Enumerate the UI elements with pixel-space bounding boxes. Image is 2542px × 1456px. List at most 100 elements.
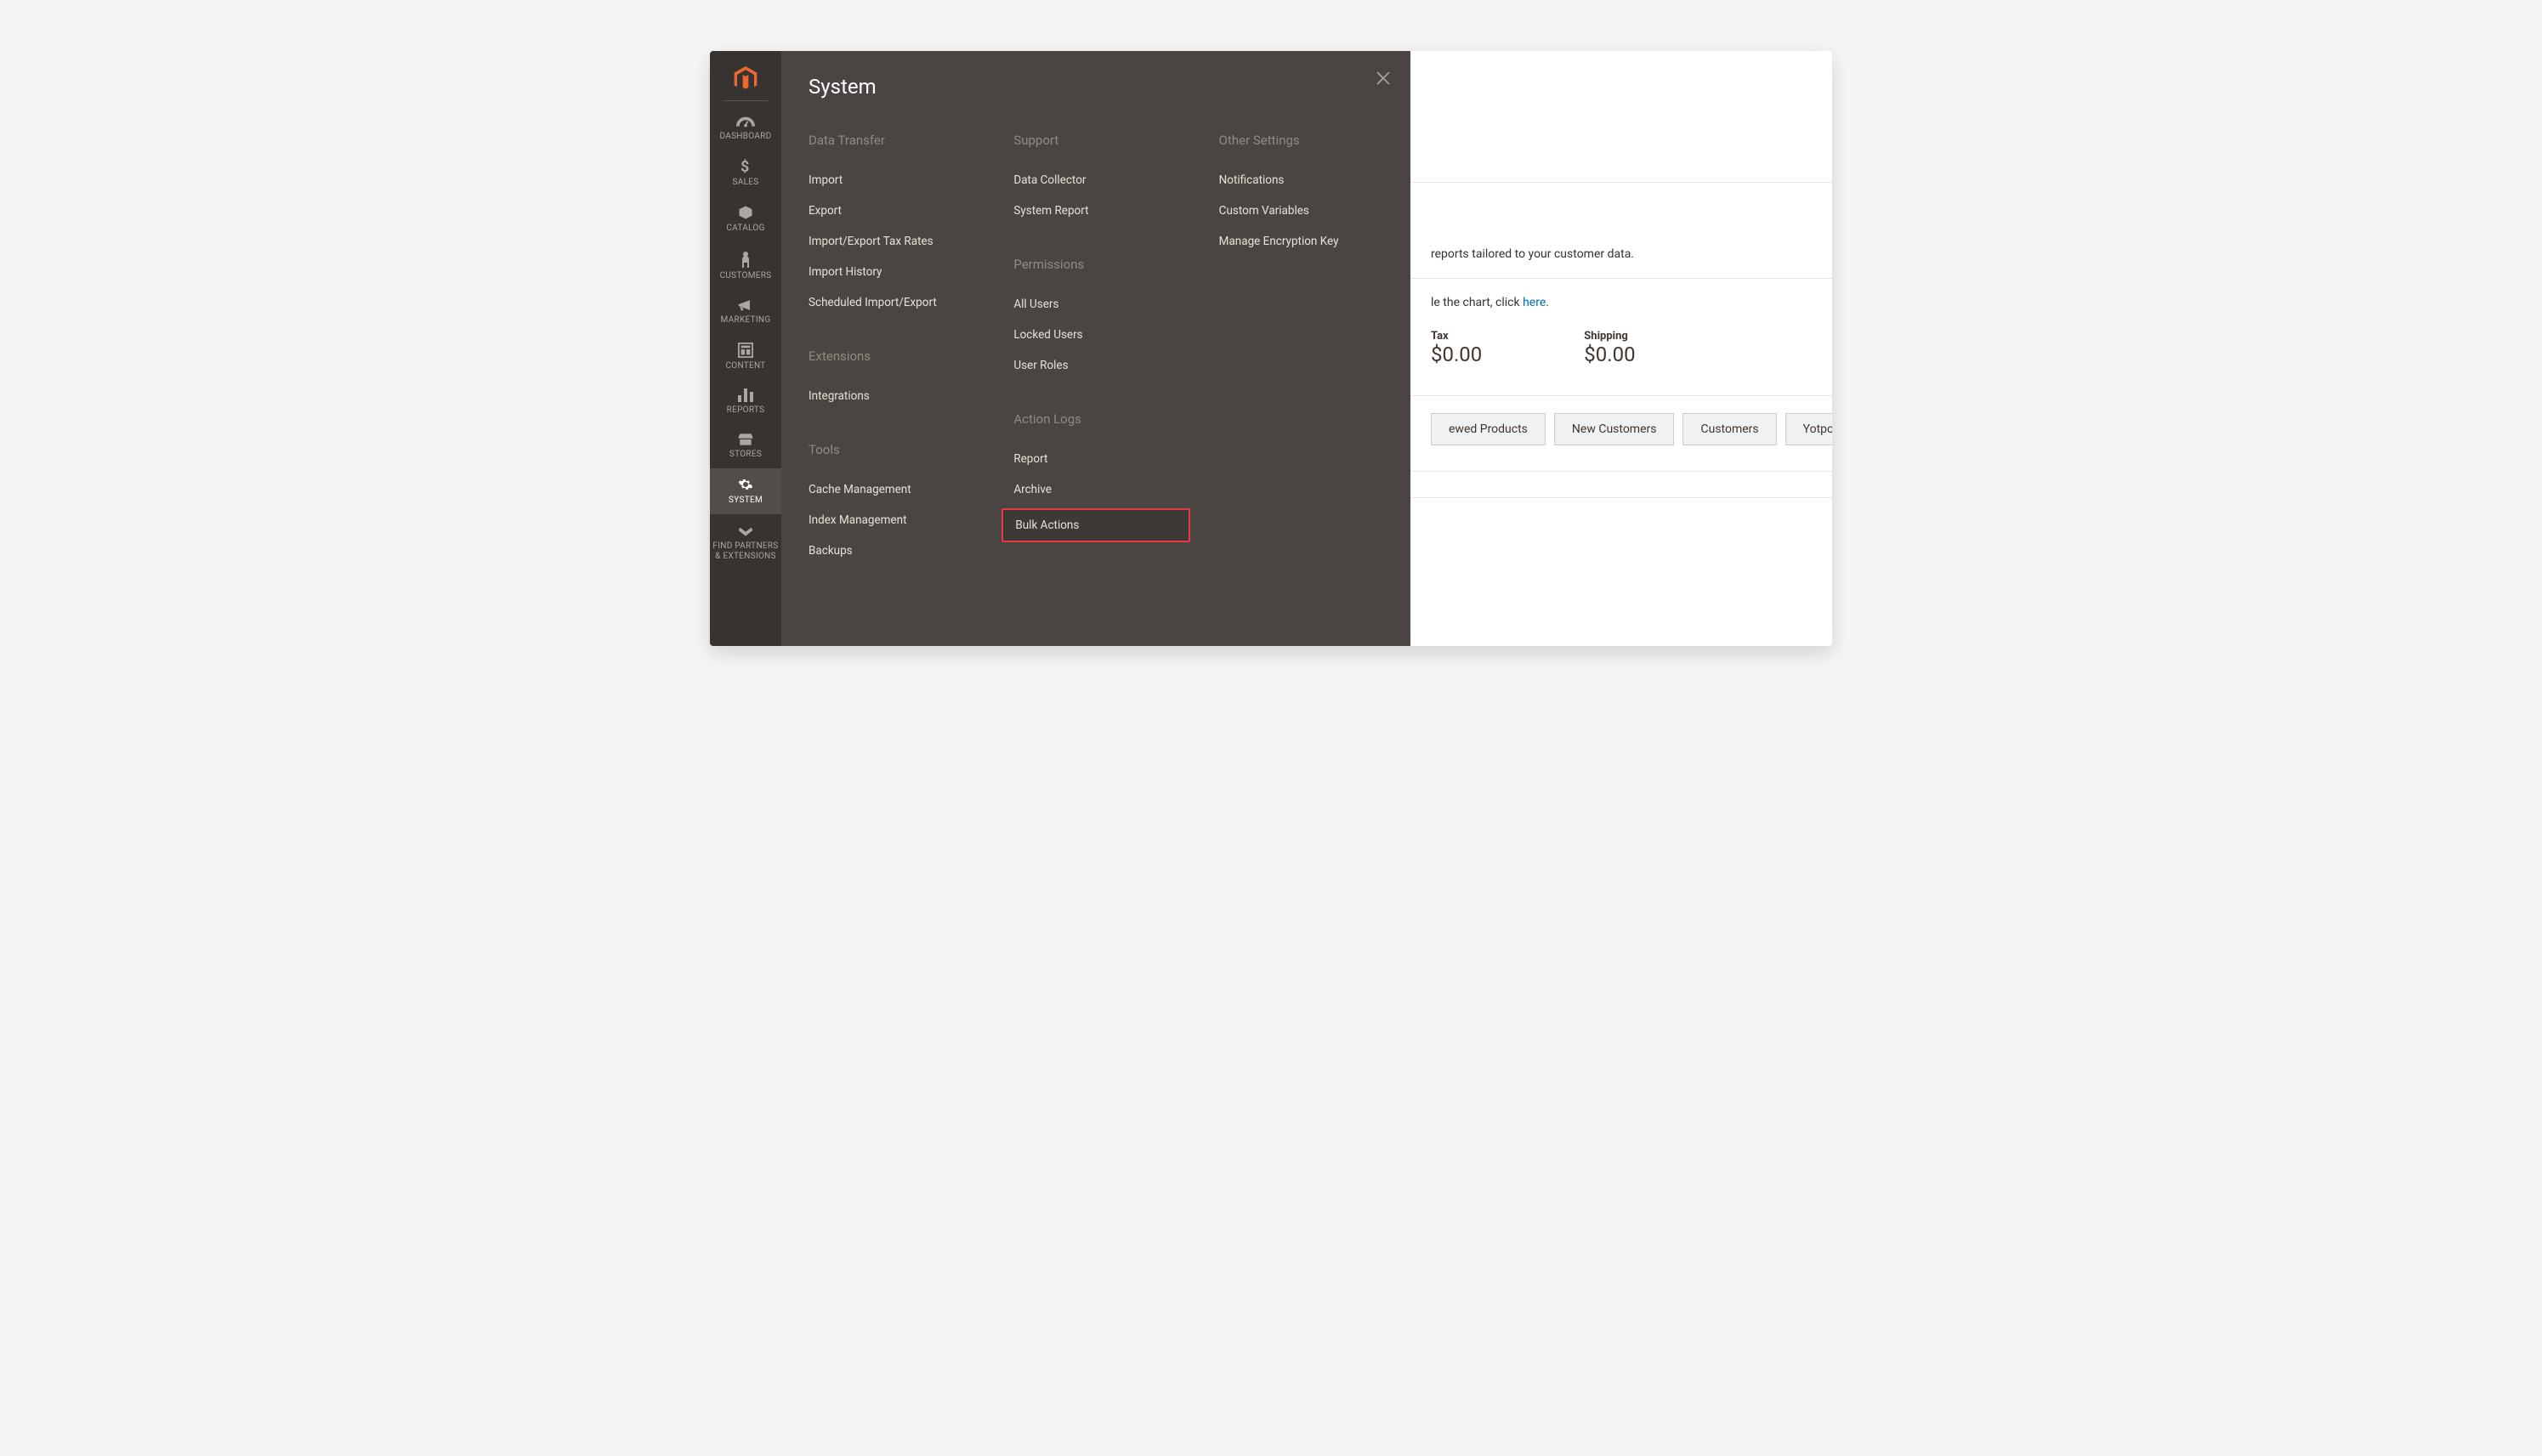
mega-link-import-export-tax-rates[interactable]: Import/Export Tax Rates	[809, 226, 973, 257]
divider	[1410, 497, 1832, 498]
mega-column: Data Transfer Import Export Import/Expor…	[809, 133, 973, 597]
mega-link-system-report[interactable]: System Report	[1013, 195, 1177, 226]
sidebar-item-customers[interactable]: CUSTOMERS	[710, 242, 781, 290]
chart-enable-text: le the chart, click here.	[1431, 296, 1832, 309]
sidebar-item-reports[interactable]: REPORTS	[710, 380, 781, 424]
mega-link-backups[interactable]: Backups	[809, 535, 973, 566]
box-icon	[738, 205, 753, 220]
logo[interactable]	[710, 51, 781, 100]
chart-text-prefix: le the chart, click	[1431, 296, 1523, 309]
mega-group-heading: Data Transfer	[809, 133, 973, 148]
mega-link-bulk-actions[interactable]: Bulk Actions	[1001, 508, 1189, 542]
megaphone-icon	[737, 298, 754, 312]
metric-value: $0.00	[1431, 343, 1482, 366]
mega-group-data-transfer: Data Transfer Import Export Import/Expor…	[809, 133, 973, 318]
layout-icon	[738, 343, 753, 358]
mega-columns: Data Transfer Import Export Import/Expor…	[809, 133, 1383, 597]
mega-link-data-collector[interactable]: Data Collector	[1013, 165, 1177, 195]
mega-link-archive[interactable]: Archive	[1013, 474, 1177, 505]
sidebar-item-label: FIND PARTNERS & EXTENSIONS	[712, 541, 780, 562]
tab-viewed-products[interactable]: ewed Products	[1431, 413, 1546, 445]
mega-link-import[interactable]: Import	[809, 165, 973, 195]
sidebar-item-label: MARKETING	[721, 315, 771, 326]
sidebar-item-label: SYSTEM	[729, 496, 763, 506]
sidebar-item-sales[interactable]: $ SALES	[710, 150, 781, 196]
magento-logo-icon	[734, 66, 757, 92]
spacer	[1431, 200, 1832, 234]
mega-panel-title: System	[809, 75, 1383, 99]
sidebar-item-label: SALES	[733, 178, 759, 188]
tab-new-customers[interactable]: New Customers	[1554, 413, 1675, 445]
metric-label: Tax	[1431, 330, 1482, 343]
sidebar-item-label: CATALOG	[726, 224, 764, 234]
mega-group-heading: Other Settings	[1219, 133, 1383, 148]
sidebar-item-label: CONTENT	[725, 361, 765, 371]
mega-link-import-history[interactable]: Import History	[809, 257, 973, 287]
storefront-icon	[737, 433, 754, 446]
mega-group-heading: Tools	[809, 442, 973, 457]
sidebar-item-catalog[interactable]: CATALOG	[710, 196, 781, 242]
close-icon	[1376, 71, 1390, 85]
mega-link-locked-users[interactable]: Locked Users	[1013, 320, 1177, 350]
app-container: DASHBOARD $ SALES CATALOG CUSTOMERS MARK…	[710, 51, 1832, 646]
sidebar-item-label: REPORTS	[727, 405, 765, 416]
mega-group-heading: Permissions	[1013, 257, 1177, 272]
mega-link-all-users[interactable]: All Users	[1013, 289, 1177, 320]
divider	[1410, 471, 1832, 472]
tab-yotpo-reviews[interactable]: Yotpo Reviews	[1785, 413, 1832, 445]
chart-text-suffix: .	[1546, 296, 1549, 309]
chart-enable-link[interactable]: here	[1523, 296, 1546, 309]
sidebar-item-partners[interactable]: FIND PARTNERS & EXTENSIONS	[710, 514, 781, 570]
bar-chart-icon	[738, 388, 753, 402]
tab-customers[interactable]: Customers	[1682, 413, 1776, 445]
spacer	[1431, 71, 1832, 165]
system-mega-panel: System Data Transfer Import Export Impor…	[781, 51, 1410, 646]
mega-group-heading: Action Logs	[1013, 411, 1177, 427]
mega-link-custom-variables[interactable]: Custom Variables	[1219, 195, 1383, 226]
metrics-row: Tax $0.00 Shipping $0.00	[1431, 330, 1832, 366]
gear-icon	[738, 477, 753, 492]
person-icon	[740, 251, 751, 268]
sidebar-item-label: DASHBOARD	[719, 132, 771, 142]
sidebar-item-stores[interactable]: STORES	[710, 424, 781, 468]
mega-group-extensions: Extensions Integrations	[809, 348, 973, 411]
mega-group-support: Support Data Collector System Report	[1013, 133, 1177, 226]
mega-group-permissions: Permissions All Users Locked Users User …	[1013, 257, 1177, 381]
mega-group-other-settings: Other Settings Notifications Custom Vari…	[1219, 133, 1383, 257]
mega-link-report[interactable]: Report	[1013, 444, 1177, 474]
admin-sidebar: DASHBOARD $ SALES CATALOG CUSTOMERS MARK…	[710, 51, 781, 646]
mega-column: Other Settings Notifications Custom Vari…	[1219, 133, 1383, 597]
svg-text:$: $	[740, 159, 749, 174]
close-button[interactable]	[1376, 71, 1390, 88]
mega-link-notifications[interactable]: Notifications	[1219, 165, 1383, 195]
mega-group-tools: Tools Cache Management Index Management …	[809, 442, 973, 566]
dollar-icon: $	[740, 159, 752, 174]
tabs-row: ewed Products New Customers Customers Yo…	[1431, 413, 1832, 445]
mega-column: Support Data Collector System Report Per…	[1013, 133, 1177, 597]
sidebar-item-marketing[interactable]: MARKETING	[710, 290, 781, 334]
mega-link-user-roles[interactable]: User Roles	[1013, 350, 1177, 381]
divider	[1410, 182, 1832, 183]
dashboard-content: reports tailored to your customer data. …	[1410, 51, 1832, 646]
mega-link-index-management[interactable]: Index Management	[809, 505, 973, 535]
mega-group-action-logs: Action Logs Report Archive Bulk Actions	[1013, 411, 1177, 542]
divider	[1410, 278, 1832, 279]
metric-shipping: Shipping $0.00	[1584, 330, 1635, 366]
mega-link-export[interactable]: Export	[809, 195, 973, 226]
logo-divider	[723, 100, 768, 101]
sidebar-item-content[interactable]: CONTENT	[710, 334, 781, 380]
partners-icon	[737, 523, 754, 538]
mega-link-scheduled-import-export[interactable]: Scheduled Import/Export	[809, 287, 973, 318]
mega-link-cache-management[interactable]: Cache Management	[809, 474, 973, 505]
sidebar-item-label: CUSTOMERS	[720, 271, 772, 281]
metric-label: Shipping	[1584, 330, 1635, 343]
mega-link-manage-encryption-key[interactable]: Manage Encryption Key	[1219, 226, 1383, 257]
sidebar-item-system[interactable]: SYSTEM	[710, 468, 781, 514]
sidebar-item-label: STORES	[729, 450, 762, 460]
mega-link-integrations[interactable]: Integrations	[809, 381, 973, 411]
gauge-icon	[736, 116, 755, 128]
sidebar-item-dashboard[interactable]: DASHBOARD	[710, 108, 781, 150]
divider	[1410, 395, 1832, 396]
metric-tax: Tax $0.00	[1431, 330, 1482, 366]
reports-text: reports tailored to your customer data.	[1431, 247, 1832, 261]
